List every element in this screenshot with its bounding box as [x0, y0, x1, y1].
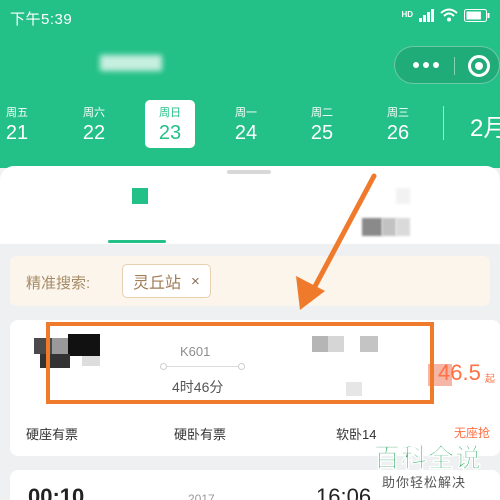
capsule-menu — [394, 46, 500, 84]
date-day: 21 — [5, 122, 29, 144]
date-item[interactable]: 周二 25 — [297, 100, 347, 148]
date-strip: 周五 21 周六 22 周日 23 周一 24 周二 25 周三 26 2月 — [0, 100, 500, 152]
date-item[interactable]: 周一 24 — [221, 100, 271, 148]
mini-program-header — [0, 42, 500, 86]
month-selector[interactable]: 2月 — [470, 108, 500, 143]
date-weekday: 周二 — [311, 107, 333, 119]
watermark-subtitle: 助你轻松解决 — [382, 475, 467, 490]
date-weekday: 周六 — [83, 107, 105, 119]
seat-hard-sleeper: 硬卧有票 — [174, 427, 227, 442]
capsule-divider — [454, 57, 455, 75]
date-item[interactable]: 周六 22 — [69, 100, 119, 148]
precise-search-label: 精准搜索: — [26, 275, 91, 292]
train-number: 2017 — [188, 492, 215, 500]
date-day: 25 — [310, 122, 334, 144]
date-day: 24 — [234, 122, 258, 144]
obscured-text — [382, 218, 396, 236]
obscured-tab-icon[interactable] — [132, 188, 148, 204]
annotation-highlight-box — [46, 322, 434, 404]
ticket-price: 46.5 — [438, 360, 481, 385]
wifi-icon — [440, 8, 458, 22]
date-day: 23 — [158, 122, 182, 144]
date-day: 26 — [386, 122, 410, 144]
date-item[interactable]: 周五 21 — [0, 100, 42, 148]
status-bar: 下午5:39 HD — [0, 0, 500, 34]
hd-network-icon: HD — [401, 10, 413, 19]
obscured-text — [362, 218, 382, 236]
watermark-logo: 百科全说 助你轻松解决 — [372, 438, 496, 494]
seat-hard-seat: 硬座有票 — [26, 427, 79, 442]
date-item-selected[interactable]: 周日 23 — [145, 100, 195, 148]
seat-soft-sleeper: 软卧14 — [336, 427, 377, 442]
station-filter-chip[interactable]: 灵丘站 × — [122, 264, 211, 298]
price-unit: 起 — [485, 374, 495, 385]
depart-time: 00:10 — [28, 484, 85, 500]
obscured-text — [396, 218, 410, 236]
date-item[interactable]: 周三 26 — [373, 100, 423, 148]
battery-icon — [464, 8, 490, 22]
signal-icon — [419, 8, 434, 22]
date-weekday: 周一 — [235, 107, 257, 119]
arrive-time: 16:06 — [316, 484, 372, 500]
close-icon[interactable]: × — [191, 273, 200, 290]
drag-handle[interactable] — [227, 170, 271, 174]
obscured-text — [396, 188, 410, 204]
active-tab-underline — [108, 240, 166, 243]
obscured-page-title — [100, 55, 162, 71]
status-icons: HD — [401, 8, 490, 22]
date-day: 22 — [82, 122, 106, 144]
watermark-title: 百科全说 — [374, 443, 483, 474]
month-divider — [443, 106, 444, 140]
more-dots-icon[interactable] — [413, 62, 439, 68]
status-time: 下午5:39 — [10, 11, 73, 28]
date-weekday: 周日 — [159, 107, 181, 119]
station-chip-label: 灵丘站 — [133, 275, 182, 292]
tab-panel — [0, 166, 500, 244]
close-circle-icon[interactable] — [468, 55, 490, 77]
date-weekday: 周三 — [387, 107, 409, 119]
date-weekday: 周五 — [6, 107, 28, 119]
precise-search-bar: 精准搜索: 灵丘站 × — [10, 256, 490, 306]
